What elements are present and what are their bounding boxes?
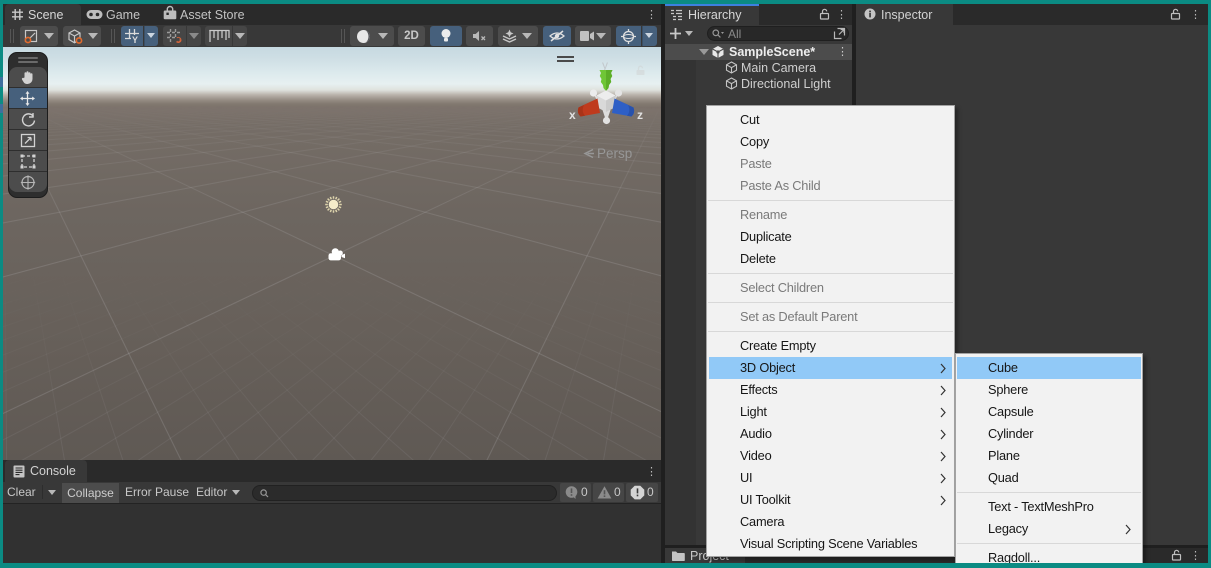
svg-text:x: x [569,108,576,122]
svg-text:y: y [602,58,608,72]
svg-text:z: z [637,108,643,122]
svg-text:Y: Y [132,35,138,44]
